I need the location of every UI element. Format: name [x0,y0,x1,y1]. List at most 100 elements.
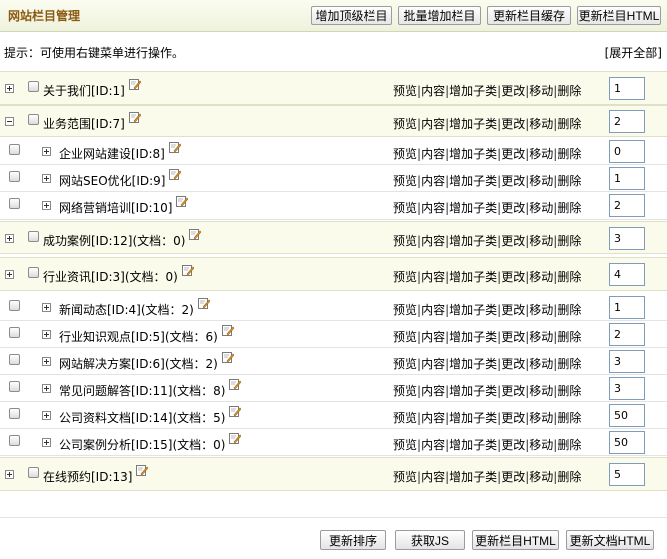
edit-icon[interactable] [229,405,241,418]
delete-link[interactable]: 删除 [557,330,581,344]
row-checkbox[interactable] [9,353,20,365]
delete-link[interactable]: 删除 [557,270,581,284]
move-link[interactable]: 移动 [529,411,553,425]
preview-link[interactable]: 预览 [393,270,417,284]
edit-link[interactable]: 更改 [501,270,525,284]
category-name[interactable]: 网络营销培训[ID:10] [59,199,172,216]
category-name[interactable]: 关于我们[ID:1] [43,82,125,99]
update-category-html-bottom-button[interactable]: 更新栏目HTML [472,530,559,550]
row-checkbox[interactable] [28,230,39,242]
update-order-button[interactable]: 更新排序 [320,530,386,550]
edit-link[interactable]: 更改 [501,174,525,188]
edit-icon[interactable] [169,168,181,181]
edit-icon[interactable] [229,432,241,445]
category-name[interactable]: 行业知识观点[ID:5](文档：6) [59,328,218,345]
edit-icon[interactable] [129,111,141,124]
edit-link[interactable]: 更改 [501,470,525,484]
add-subcategory-link[interactable]: 增加子类 [449,117,497,131]
move-link[interactable]: 移动 [529,438,553,452]
add-subcategory-link[interactable]: 增加子类 [449,234,497,248]
add-subcategory-link[interactable]: 增加子类 [449,270,497,284]
add-subcategory-link[interactable]: 增加子类 [449,384,497,398]
edit-link[interactable]: 更改 [501,438,525,452]
content-link[interactable]: 内容 [421,84,445,98]
update-category-cache-button[interactable]: 更新栏目缓存 [487,6,571,25]
sort-order-input[interactable] [609,430,645,454]
add-subcategory-link[interactable]: 增加子类 [449,147,497,161]
delete-link[interactable]: 删除 [557,384,581,398]
move-link[interactable]: 移动 [529,234,553,248]
preview-link[interactable]: 预览 [393,234,417,248]
row-checkbox[interactable] [9,198,20,209]
edit-icon[interactable] [229,378,241,391]
expand-icon[interactable] [42,356,51,366]
expand-icon[interactable] [5,84,14,93]
preview-link[interactable]: 预览 [393,174,417,188]
row-checkbox[interactable] [9,380,20,392]
preview-link[interactable]: 预览 [393,117,417,131]
edit-icon[interactable] [222,351,234,364]
delete-link[interactable]: 删除 [557,174,581,188]
category-name[interactable]: 常见问题解答[ID:11](文档：8) [59,382,225,399]
update-document-html-button[interactable]: 更新文档HTML [566,530,654,550]
expand-icon[interactable] [42,329,51,339]
edit-link[interactable]: 更改 [501,303,525,317]
row-checkbox[interactable] [28,81,39,92]
sort-order-input[interactable] [609,322,645,346]
move-link[interactable]: 移动 [529,384,553,398]
preview-link[interactable]: 预览 [393,438,417,452]
edit-link[interactable]: 更改 [501,147,525,161]
edit-link[interactable]: 更改 [501,357,525,371]
move-link[interactable]: 移动 [529,84,553,98]
add-subcategory-link[interactable]: 增加子类 [449,357,497,371]
edit-link[interactable]: 更改 [501,117,525,131]
preview-link[interactable]: 预览 [393,384,417,398]
get-js-button[interactable]: 获取JS [395,530,465,550]
category-name[interactable]: 公司资料文档[ID:14](文档：5) [59,409,225,426]
move-link[interactable]: 移动 [529,303,553,317]
move-link[interactable]: 移动 [529,201,553,215]
add-subcategory-link[interactable]: 增加子类 [449,201,497,215]
edit-icon[interactable] [222,324,234,337]
content-link[interactable]: 内容 [421,270,445,284]
sort-order-input[interactable] [609,463,645,486]
expand-icon[interactable] [42,146,51,156]
move-link[interactable]: 移动 [529,174,553,188]
content-link[interactable]: 内容 [421,234,445,248]
content-link[interactable]: 内容 [421,384,445,398]
edit-icon[interactable] [176,195,188,208]
sort-order-input[interactable] [609,226,645,250]
preview-link[interactable]: 预览 [393,303,417,317]
batch-add-category-button[interactable]: 批量增加栏目 [398,6,481,25]
edit-link[interactable]: 更改 [501,411,525,425]
row-checkbox[interactable] [28,467,39,478]
edit-link[interactable]: 更改 [501,234,525,248]
delete-link[interactable]: 删除 [557,357,581,371]
delete-link[interactable]: 删除 [557,438,581,452]
edit-icon[interactable] [198,297,210,310]
content-link[interactable]: 内容 [421,174,445,188]
delete-link[interactable]: 删除 [557,303,581,317]
sort-order-input[interactable] [609,376,645,400]
row-checkbox[interactable] [9,434,20,446]
content-link[interactable]: 内容 [421,411,445,425]
category-name[interactable]: 企业网站建设[ID:8] [59,145,165,162]
move-link[interactable]: 移动 [529,147,553,161]
sort-order-input[interactable] [609,166,645,190]
row-checkbox[interactable] [9,407,20,419]
sort-order-input[interactable] [609,349,645,373]
expand-icon[interactable] [42,383,51,393]
sort-order-input[interactable] [609,263,645,286]
category-name[interactable]: 在线预约[ID:13] [43,468,132,485]
edit-icon[interactable] [169,141,181,154]
content-link[interactable]: 内容 [421,201,445,215]
edit-link[interactable]: 更改 [501,84,525,98]
sort-order-input[interactable] [609,77,645,100]
move-link[interactable]: 移动 [529,330,553,344]
edit-link[interactable]: 更改 [501,330,525,344]
preview-link[interactable]: 预览 [393,147,417,161]
add-subcategory-link[interactable]: 增加子类 [449,470,497,484]
row-checkbox[interactable] [9,299,20,311]
add-subcategory-link[interactable]: 增加子类 [449,174,497,188]
sort-order-input[interactable] [609,110,645,133]
